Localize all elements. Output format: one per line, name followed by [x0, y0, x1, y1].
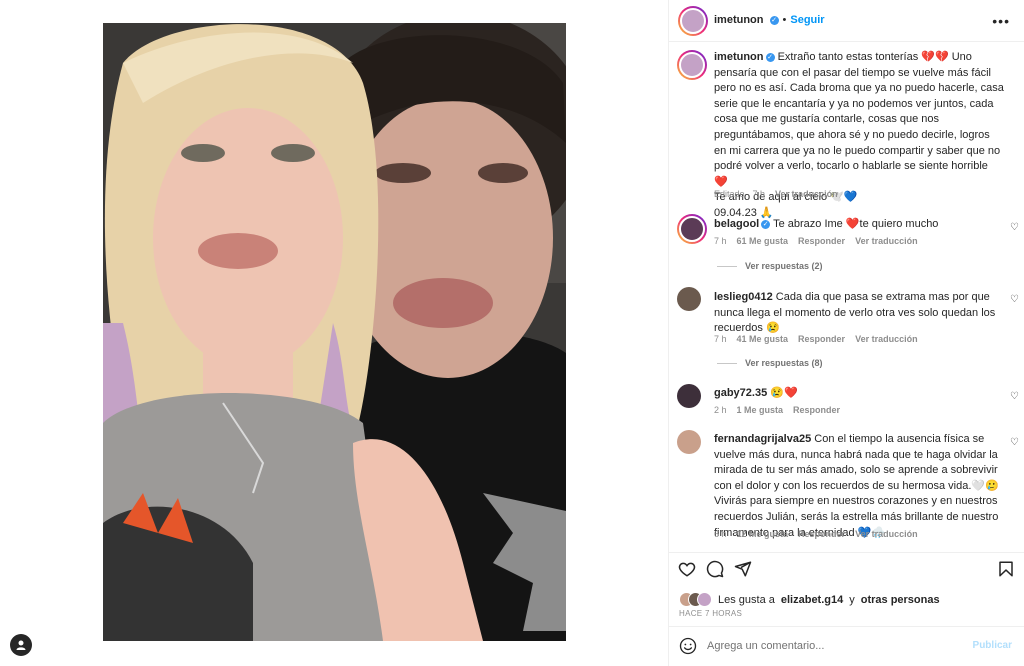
verified-icon: ✓ — [765, 52, 775, 62]
heart-icon[interactable]: ♡ — [1010, 294, 1019, 305]
emoji-icon[interactable] — [679, 637, 697, 655]
post-time-ago[interactable]: HACE 7 HORAS — [679, 609, 742, 618]
bookmark-icon[interactable] — [997, 560, 1015, 578]
heart-icon[interactable]: ♡ — [1010, 437, 1019, 448]
view-replies[interactable]: Ver respuestas (2) — [717, 261, 823, 271]
more-icon[interactable]: ••• — [992, 13, 1010, 29]
author-avatar[interactable] — [678, 6, 708, 36]
comment-avatar[interactable] — [677, 214, 707, 244]
likes-others[interactable]: otras personas — [861, 594, 940, 606]
verified-icon: ✓ — [769, 15, 779, 25]
heart-icon[interactable]: ♡ — [1010, 391, 1019, 402]
comments-list[interactable]: imetunon ✓ Extraño tanto estas tonterías … — [669, 42, 1024, 552]
post-sidebar: imetunon ✓ • Seguir ••• imetunon ✓ Extrañ… — [669, 0, 1024, 666]
reply-button[interactable]: Responder — [798, 529, 845, 539]
caption-text: Extraño tanto estas tonterías 💔💔 Uno pen… — [714, 51, 1004, 188]
heart-icon[interactable]: ♡ — [1010, 222, 1019, 233]
profile-icon[interactable] — [10, 634, 32, 656]
translate-link[interactable]: Ver traducción — [855, 334, 918, 344]
comment-avatar[interactable] — [677, 430, 701, 454]
like-heart-icon[interactable] — [678, 560, 696, 578]
comment-text-block: belagool ✓ Te abrazo Ime ❤️te quiero much… — [714, 217, 1004, 233]
comment-meta: 7 h 61 Me gusta Responder Ver traducción — [714, 236, 918, 246]
comment-meta: 2 h 1 Me gusta Responder — [714, 405, 840, 415]
comment-text: Con el tiempo la ausencia física se vuel… — [714, 433, 999, 539]
view-replies[interactable]: Ver respuestas (8) — [717, 358, 823, 368]
comment-time: 7 h — [714, 334, 727, 344]
comment-icon[interactable] — [706, 560, 724, 578]
view-replies-label[interactable]: Ver respuestas (8) — [745, 358, 823, 368]
comment-time: 6 h — [714, 529, 727, 539]
comment-text: Te abrazo Ime ❤️te quiero mucho — [773, 218, 939, 230]
comment-avatar[interactable] — [677, 384, 701, 408]
comment-time: 7 h — [714, 236, 727, 246]
caption-avatar[interactable] — [677, 50, 707, 80]
comment-input[interactable] — [707, 637, 957, 655]
caption-translate-link[interactable]: Ver traducción — [775, 189, 838, 199]
author-username[interactable]: imetunon — [714, 14, 764, 26]
share-icon[interactable] — [734, 560, 752, 578]
comment-text-block: leslieg0412 Cada dia que pasa se extrama… — [714, 290, 1004, 337]
likes-user[interactable]: elizabet.g14 — [781, 594, 843, 606]
post-photo-image — [103, 23, 566, 641]
caption-meta: Editado · 7 h Ver traducción — [714, 189, 838, 199]
follow-button[interactable]: Seguir — [790, 14, 824, 26]
reply-button[interactable]: Responder — [798, 334, 845, 344]
dot-separator: • — [782, 14, 787, 26]
comment-username[interactable]: gaby72.35 — [714, 387, 767, 399]
actions-divider — [669, 552, 1024, 553]
post-header: imetunon ✓ • Seguir ••• — [669, 0, 1024, 42]
likes-prefix: Les gusta a — [718, 593, 775, 606]
post-media-pane — [0, 0, 668, 666]
liker-avatar — [697, 592, 712, 607]
replies-line — [717, 265, 737, 267]
translate-link[interactable]: Ver traducción — [855, 529, 918, 539]
translate-link[interactable]: Ver traducción — [855, 236, 918, 246]
likes-mid: y — [849, 593, 855, 606]
view-replies-label[interactable]: Ver respuestas (2) — [745, 261, 823, 271]
comment-username[interactable]: leslieg0412 — [714, 291, 773, 303]
likes-summary: Les gusta a elizabet.g14 y otras persona… — [679, 592, 940, 607]
replies-line — [717, 362, 737, 364]
comment-username[interactable]: fernandagrijalva25 — [714, 433, 811, 445]
verified-icon: ✓ — [761, 219, 771, 229]
caption-username[interactable]: imetunon — [714, 51, 764, 63]
input-divider — [669, 626, 1024, 627]
reply-button[interactable]: Responder — [798, 236, 845, 246]
comment-meta: 6 h 12 Me gusta Responder Ver traducción — [714, 529, 918, 539]
comment-likes[interactable]: 1 Me gusta — [737, 405, 784, 415]
comment-likes[interactable]: 61 Me gusta — [737, 236, 789, 246]
caption-time: Editado · 7 h — [714, 189, 766, 199]
comment-meta: 7 h 41 Me gusta Responder Ver traducción — [714, 334, 918, 344]
comment-time: 2 h — [714, 405, 727, 415]
comment-likes[interactable]: 12 Me gusta — [737, 529, 789, 539]
comment-text-block: gaby72.35 😢❤️ — [714, 386, 1004, 402]
comment-avatar[interactable] — [677, 287, 701, 311]
liker-avatars — [679, 592, 712, 607]
reply-button[interactable]: Responder — [793, 405, 840, 415]
post-photo[interactable] — [103, 23, 566, 641]
comment-likes[interactable]: 41 Me gusta — [737, 334, 789, 344]
comment-text: 😢❤️ — [770, 387, 798, 399]
comment-text-block: fernandagrijalva25 Con el tiempo la ause… — [714, 432, 1004, 541]
comment-username[interactable]: belagool — [714, 218, 759, 230]
publish-button[interactable]: Publicar — [973, 640, 1012, 651]
